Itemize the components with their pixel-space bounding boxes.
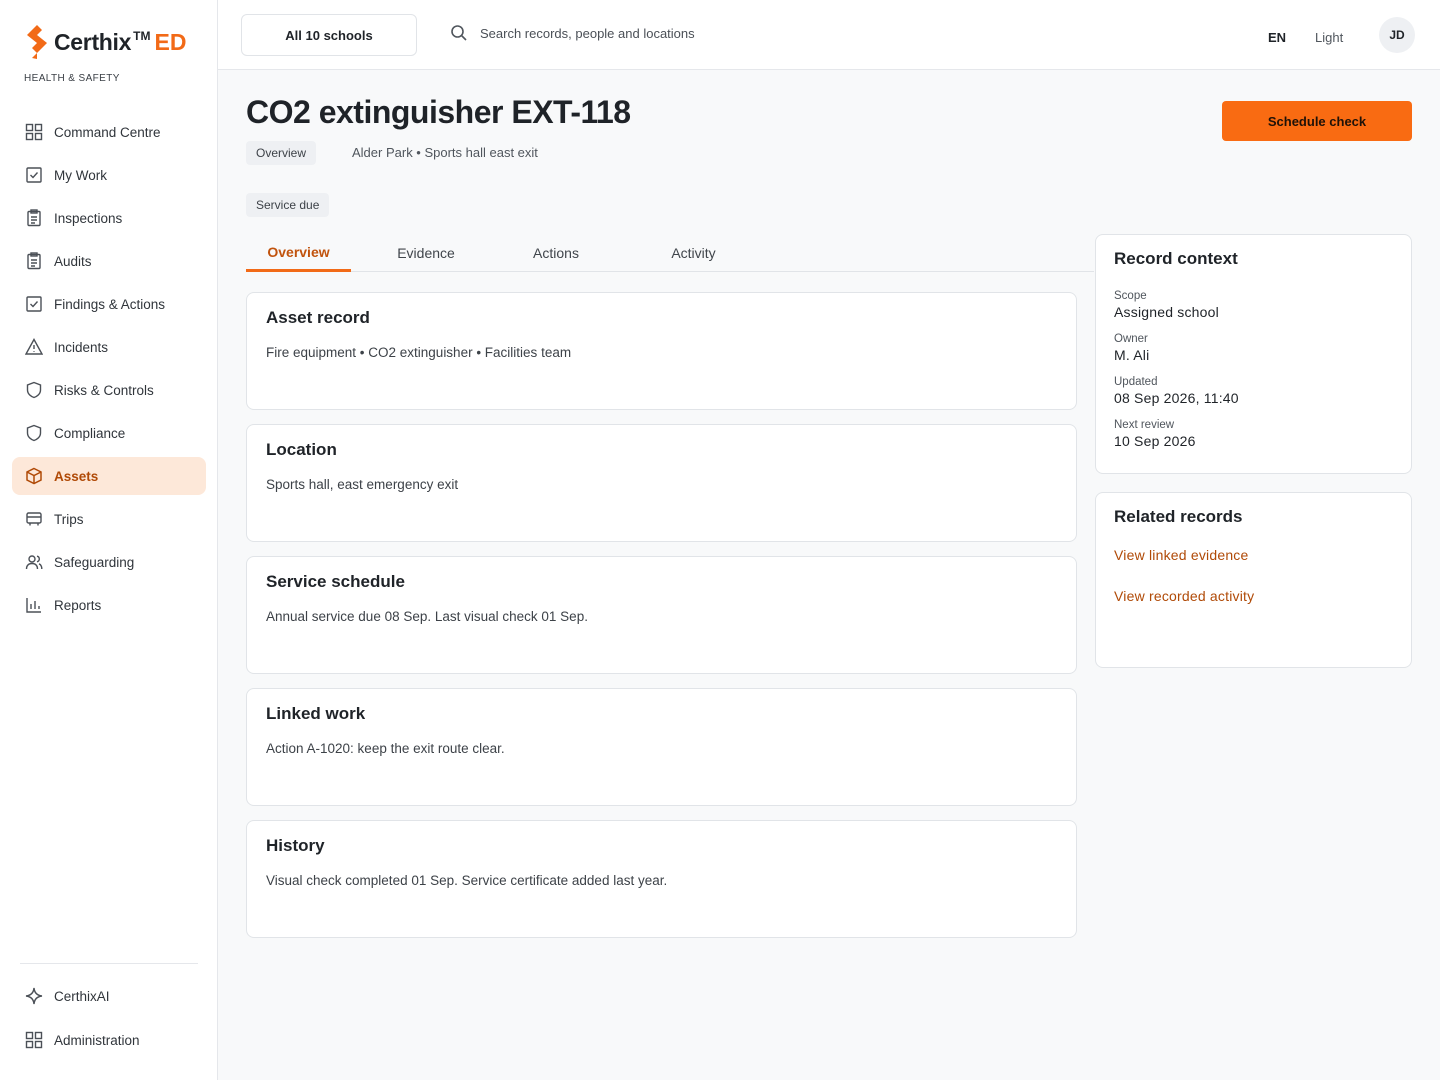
context-value-owner: M. Ali: [1114, 347, 1150, 363]
theme-toggle[interactable]: Light: [1315, 30, 1343, 45]
tab-evidence[interactable]: Evidence: [376, 234, 476, 272]
school-selector[interactable]: All 10 schools: [241, 14, 417, 56]
sidebar-item-label: Incidents: [54, 339, 109, 355]
view-linked-evidence-link[interactable]: View linked evidence: [1114, 547, 1393, 563]
sidebar-item-inspections[interactable]: Inspections: [12, 199, 206, 237]
sidebar-item-my-work[interactable]: My Work: [12, 156, 206, 194]
sidebar-item-risks-controls[interactable]: Risks & Controls: [12, 371, 206, 409]
card-body: Sports hall, east emergency exit: [266, 477, 459, 492]
context-value-updated: 08 Sep 2026, 11:40: [1114, 390, 1239, 406]
sidebar-item-label: CerthixAI: [54, 988, 110, 1004]
box-icon: [24, 466, 44, 486]
sidebar-item-label: Administration: [54, 1032, 140, 1048]
breadcrumb-chip[interactable]: Overview: [246, 141, 317, 165]
sidebar-item-label: Audits: [54, 253, 92, 269]
top-bar: All 10 schools EN Light JD: [218, 0, 1440, 70]
card-title: Linked work: [266, 704, 366, 723]
grid-icon: [24, 1030, 44, 1050]
page-title: CO2 extinguisher EXT-118: [246, 94, 631, 130]
sidebar-item-label: Trips: [54, 511, 84, 527]
sidebar-item-label: My Work: [54, 167, 107, 183]
breadcrumb-location: Alder Park • Sports hall east exit: [352, 145, 538, 160]
sidebar-item-label: Inspections: [54, 210, 123, 226]
context-label-scope: Scope: [1114, 290, 1147, 302]
sidebar-item-label: Compliance: [54, 425, 126, 441]
sidebar-item-reports[interactable]: Reports: [12, 586, 206, 624]
bus-icon: [24, 509, 44, 529]
status-badge: Service due: [246, 193, 330, 217]
service-schedule-card: Service schedule Annual service due 08 S…: [246, 556, 1077, 674]
sidebar: Certhix TM ED HEALTH & SAFETY Command Ce…: [0, 0, 218, 1080]
shield-icon: [24, 423, 44, 443]
record-tabs: Overview Evidence Actions Activity: [246, 234, 1094, 272]
sidebar-nav: Command Centre My Work Inspections Audit…: [12, 113, 206, 629]
card-body: Fire equipment • CO2 extinguisher • Faci…: [266, 345, 572, 360]
user-avatar[interactable]: JD: [1379, 17, 1415, 53]
certhix-logo-icon: [27, 25, 47, 59]
sidebar-item-audits[interactable]: Audits: [12, 242, 206, 280]
schedule-check-button[interactable]: Schedule check: [1222, 101, 1412, 141]
sidebar-item-command-centre[interactable]: Command Centre: [12, 113, 206, 151]
shield-icon: [24, 380, 44, 400]
tab-overview[interactable]: Overview: [246, 234, 351, 272]
location-card: Location Sports hall, east emergency exi…: [246, 424, 1077, 542]
sidebar-item-administration[interactable]: Administration: [12, 1021, 206, 1059]
brand-tm: TM: [133, 29, 151, 43]
panel-title: Related records: [1114, 507, 1243, 526]
card-body: Action A-1020: keep the exit route clear…: [266, 741, 505, 756]
users-icon: [24, 552, 44, 572]
context-label-updated: Updated: [1114, 376, 1158, 388]
sidebar-item-label: Findings & Actions: [54, 296, 166, 312]
record-context-panel: Record context Scope Assigned school Own…: [1095, 234, 1412, 474]
clipboard-icon: [24, 251, 44, 271]
asset-record-card: Asset record Fire equipment • CO2 exting…: [246, 292, 1077, 410]
language-switcher[interactable]: EN: [1268, 30, 1286, 45]
grid-icon: [24, 122, 44, 142]
checkbox-icon: [24, 294, 44, 314]
card-body: Annual service due 08 Sep. Last visual c…: [266, 609, 588, 624]
sidebar-item-compliance[interactable]: Compliance: [12, 414, 206, 452]
sidebar-item-assets[interactable]: Assets: [12, 457, 206, 495]
sidebar-item-label: Safeguarding: [54, 554, 135, 570]
context-label-owner: Owner: [1114, 333, 1148, 345]
linked-work-card: Linked work Action A-1020: keep the exit…: [246, 688, 1077, 806]
sidebar-item-trips[interactable]: Trips: [12, 500, 206, 538]
checkbox-icon: [24, 165, 44, 185]
sidebar-item-findings-actions[interactable]: Findings & Actions: [12, 285, 206, 323]
sidebar-item-label: Command Centre: [54, 124, 161, 140]
search-input[interactable]: [480, 25, 780, 41]
brand-suffix: ED: [154, 28, 187, 55]
history-card: History Visual check completed 01 Sep. S…: [246, 820, 1077, 938]
card-title: Service schedule: [266, 572, 405, 591]
sidebar-item-label: Risks & Controls: [54, 382, 154, 398]
bar-chart-icon: [24, 595, 44, 615]
sidebar-item-label: Reports: [54, 597, 102, 613]
related-records-panel: Related records View linked evidence Vie…: [1095, 492, 1412, 668]
sidebar-item-certhixai[interactable]: CerthixAI: [12, 977, 206, 1015]
tab-actions[interactable]: Actions: [511, 234, 601, 272]
sidebar-item-label: Assets: [54, 468, 99, 484]
sidebar-item-incidents[interactable]: Incidents: [12, 328, 206, 366]
brand-tagline: HEALTH & SAFETY: [24, 73, 120, 84]
view-recorded-activity-link[interactable]: View recorded activity: [1114, 588, 1393, 604]
sidebar-item-safeguarding[interactable]: Safeguarding: [12, 543, 206, 581]
card-title: Location: [266, 440, 337, 459]
context-value-next-review: 10 Sep 2026: [1114, 433, 1196, 449]
tab-activity[interactable]: Activity: [646, 234, 741, 272]
sidebar-bottom-nav: CerthixAI Administration: [12, 977, 206, 1065]
brand-logo[interactable]: Certhix TM ED: [24, 24, 186, 60]
card-title: Asset record: [266, 308, 370, 327]
context-label-next-review: Next review: [1114, 419, 1175, 431]
card-body: Visual check completed 01 Sep. Service c…: [266, 873, 668, 888]
warning-icon: [24, 337, 44, 357]
clipboard-icon: [24, 208, 44, 228]
search-icon: [451, 25, 467, 41]
brand-name: Certhix: [54, 28, 132, 55]
sidebar-divider: [20, 963, 198, 964]
panel-title: Record context: [1114, 249, 1238, 268]
card-title: History: [266, 836, 325, 855]
sparkle-icon: [24, 986, 44, 1006]
context-value-scope: Assigned school: [1114, 304, 1219, 320]
global-search[interactable]: [450, 24, 780, 42]
